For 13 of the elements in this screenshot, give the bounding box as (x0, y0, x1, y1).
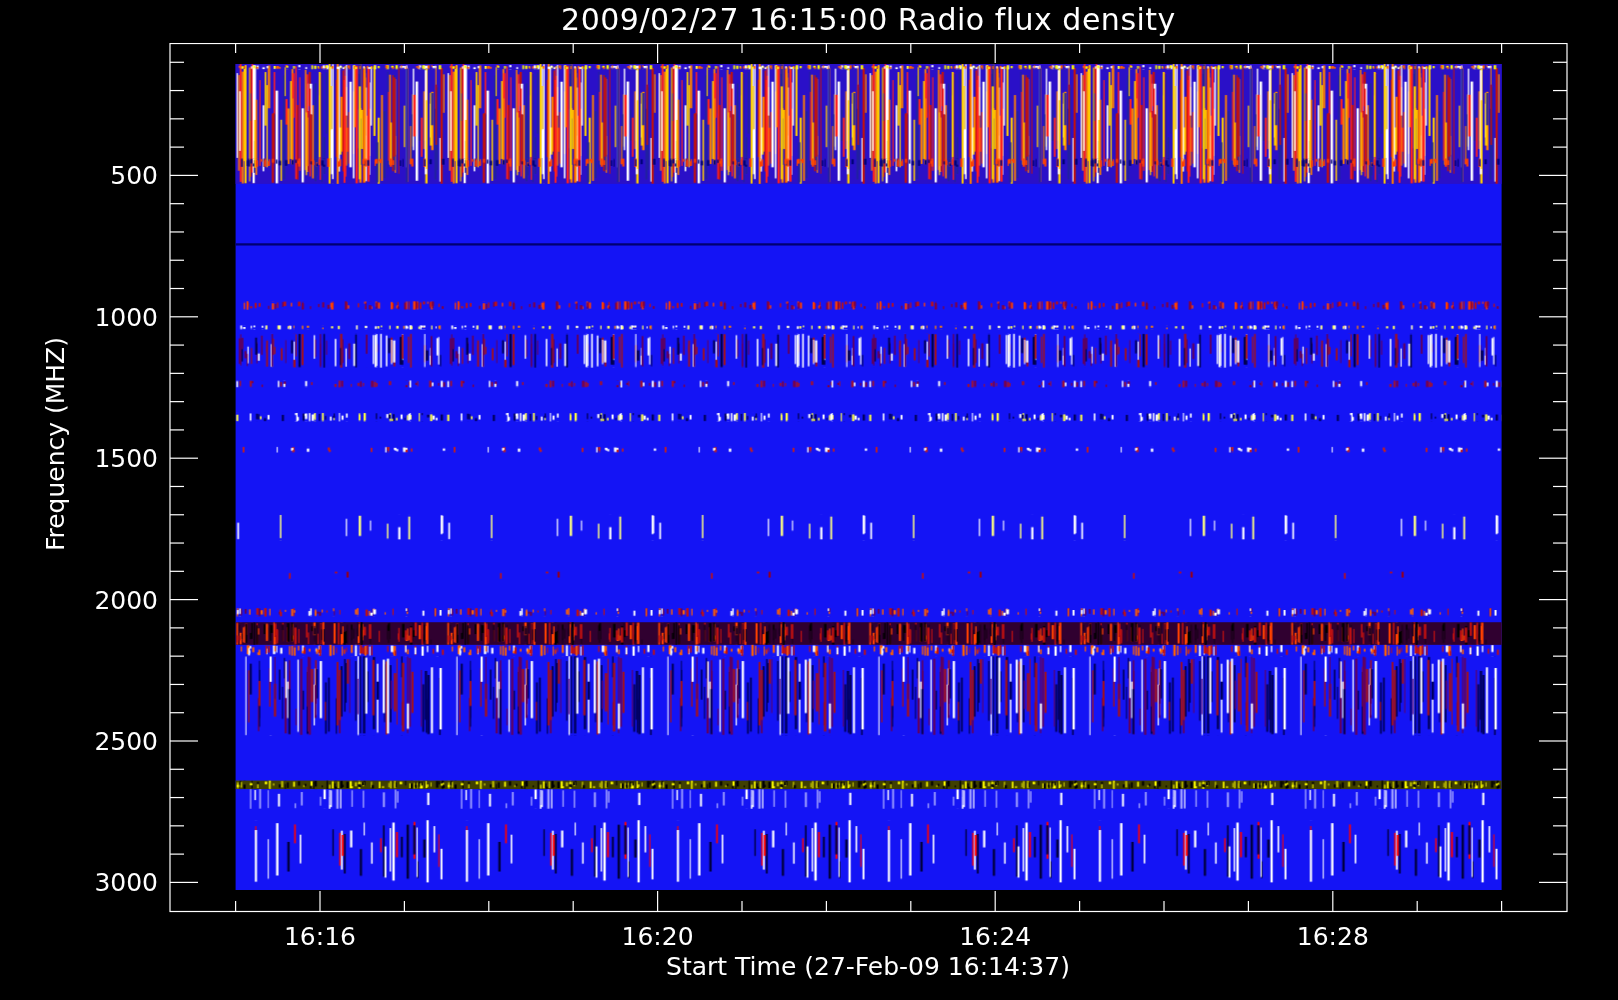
y-tick-label: 2500 (94, 727, 158, 756)
y-tick-label: 500 (110, 161, 158, 191)
x-axis-title: Start Time (27-Feb-09 16:14:37) (666, 952, 1070, 981)
y-tick-label: 1500 (94, 444, 158, 474)
y-axis-title: Frequency (MHZ) (41, 337, 70, 552)
x-tick-label: 16:28 (1296, 922, 1369, 951)
x-tick-label: 16:20 (621, 922, 694, 951)
chart-title: 2009/02/27 16:15:00 Radio flux density (560, 1, 1177, 39)
x-tick-label: 16:16 (284, 922, 356, 951)
y-tick-label: 3000 (94, 868, 158, 898)
y-tick-label: 1000 (94, 302, 158, 332)
x-tick-label: 16:24 (959, 922, 1032, 951)
y-tick-label: 2000 (94, 585, 158, 615)
